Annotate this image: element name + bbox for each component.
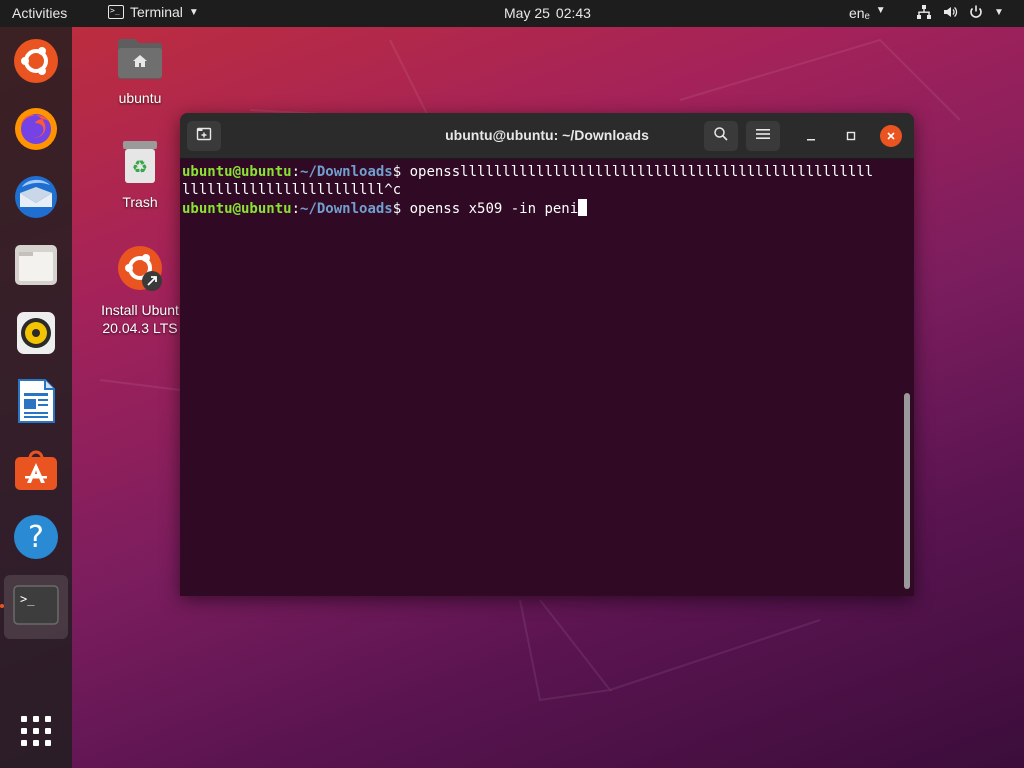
activities-button[interactable]: Activities [12, 5, 67, 21]
svg-text:?: ? [28, 520, 44, 555]
chevron-down-icon: ▼ [188, 6, 199, 18]
prompt-user: ubuntu@ubuntu [182, 164, 292, 180]
terminal-line: ubuntu@ubuntu:~/Downloads$ opensslllllll… [182, 163, 912, 181]
terminal-window[interactable]: ubuntu@ubuntu: ~/Downloads ubuntu@ubuntu… [180, 113, 914, 596]
firefox-icon [12, 105, 60, 158]
desktop-icon-home[interactable]: ubuntu [90, 36, 190, 107]
svg-text:♻: ♻ [132, 157, 148, 178]
svg-text:>_: >_ [20, 592, 35, 606]
install-ubuntu-icon [116, 244, 164, 297]
power-icon [968, 4, 984, 20]
close-button[interactable] [880, 125, 902, 147]
prompt-colon: : [291, 201, 301, 217]
dock-item-terminal[interactable]: >_ [4, 575, 68, 639]
app-menu[interactable]: >_ Terminal ▼ [108, 4, 199, 20]
terminal-header-bar[interactable]: ubuntu@ubuntu: ~/Downloads [180, 113, 914, 159]
prompt-symbol: $ [392, 201, 410, 217]
dock-item-ubuntu-software[interactable] [4, 439, 68, 503]
prompt-user: ubuntu@ubuntu [182, 201, 292, 217]
top-bar: Activities >_ Terminal ▼ May 25 02:43 en… [0, 0, 1024, 27]
running-indicator [0, 604, 4, 608]
dock-item-rhythmbox[interactable] [4, 303, 68, 367]
app-menu-label: Terminal [130, 4, 183, 20]
prompt-path: ~/Downloads [300, 201, 393, 217]
terminal-icon: >_ [108, 5, 124, 19]
help-icon: ? [13, 514, 59, 565]
dock-item-firefox[interactable] [4, 99, 68, 163]
close-icon [886, 129, 896, 144]
prompt-path: ~/Downloads [300, 164, 393, 180]
system-menu[interactable]: ▼ [916, 4, 1004, 20]
desktop-icon-label: Trash [122, 194, 158, 210]
desktop-icon-trash[interactable]: ♻ Trash [90, 140, 190, 211]
clock-date: May 25 [504, 5, 550, 21]
command-text: llllllllllllllllllllllll^c [182, 182, 402, 198]
desktop-icon-install-ubuntu[interactable]: Install Ubunt 20.04.3 LTS [90, 244, 190, 337]
maximize-button[interactable] [840, 125, 862, 147]
minimize-button[interactable] [800, 125, 822, 147]
home-folder-icon [116, 36, 164, 85]
thunderbird-icon [12, 173, 60, 226]
show-applications-button[interactable] [4, 701, 68, 765]
prompt-colon: : [291, 164, 301, 180]
text-cursor [578, 199, 588, 216]
chevron-down-icon: ▼ [875, 5, 886, 16]
terminal-icon: >_ [13, 584, 59, 630]
scrollbar[interactable] [904, 393, 910, 589]
terminal-line: llllllllllllllllllllllll^c [182, 181, 912, 199]
dock-item-libreoffice-writer[interactable] [4, 371, 68, 435]
clock[interactable]: May 25 02:43 [504, 5, 591, 21]
input-source-menu[interactable]: enₑ ▼ [849, 5, 886, 21]
dock-item-files[interactable] [4, 235, 68, 299]
dock: ? >_ [0, 27, 72, 768]
input-source-label: enₑ [849, 5, 870, 21]
volume-icon [942, 4, 958, 20]
dock-item-thunderbird[interactable] [4, 167, 68, 231]
folder-icon [13, 242, 59, 293]
terminal-output[interactable]: ubuntu@ubuntu:~/Downloads$ opensslllllll… [180, 159, 914, 596]
dock-item-ubuntu-installer[interactable] [4, 31, 68, 95]
chevron-down-icon: ▼ [994, 6, 1004, 18]
prompt-symbol: $ [392, 164, 410, 180]
menu-button[interactable] [746, 121, 780, 151]
minimize-icon [806, 129, 816, 144]
grid-icon [20, 715, 52, 752]
hamburger-menu-icon [756, 127, 770, 145]
shopping-bag-icon [13, 446, 59, 497]
dock-item-help[interactable]: ? [4, 507, 68, 571]
terminal-line: ubuntu@ubuntu:~/Downloads$ openss x509 -… [182, 199, 912, 218]
trash-icon: ♻ [120, 140, 160, 189]
desktop-icon-label: Install Ubunt 20.04.3 LTS [101, 302, 179, 336]
document-icon [16, 378, 56, 429]
command-input[interactable]: openss x509 -in peni [410, 201, 579, 217]
desktop-icon-label: ubuntu [118, 90, 162, 106]
ubuntu-logo-icon [12, 37, 60, 90]
speaker-icon [15, 311, 57, 360]
search-icon [713, 126, 729, 147]
search-button[interactable] [704, 121, 738, 151]
maximize-icon [846, 129, 856, 144]
clock-time: 02:43 [555, 5, 591, 21]
network-icon [916, 4, 932, 20]
command-text: openssllllllllllllllllllllllllllllllllll… [409, 164, 874, 180]
